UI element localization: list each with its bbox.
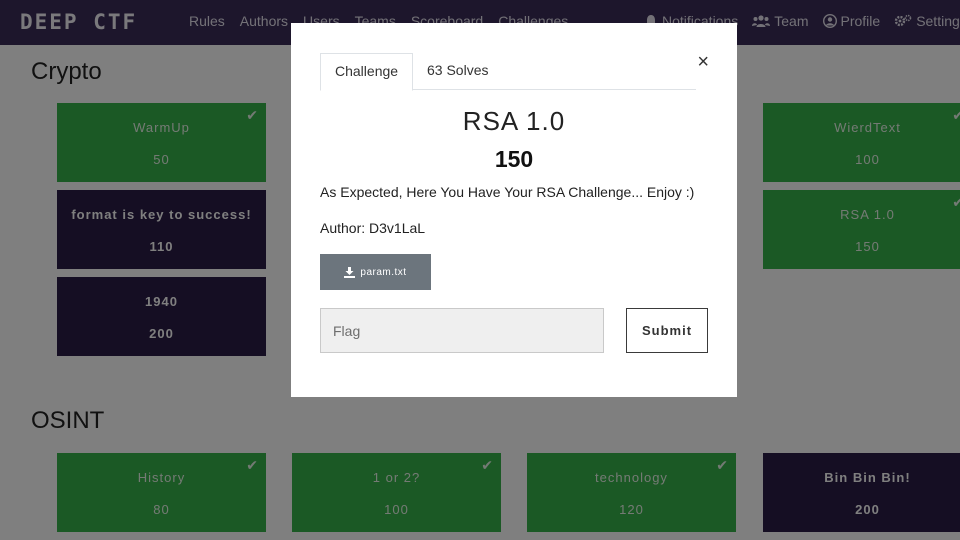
file-name: param.txt	[360, 266, 407, 278]
challenge-description: As Expected, Here You Have Your RSA Chal…	[320, 184, 695, 200]
download-icon	[344, 266, 356, 278]
submit-button[interactable]: Submit	[626, 308, 708, 353]
challenge-modal: × Challenge 63 Solves RSA 1.0 150 As Exp…	[291, 23, 737, 397]
download-file-button[interactable]: param.txt	[320, 254, 431, 290]
flag-input[interactable]	[320, 308, 604, 353]
close-button[interactable]: ×	[697, 52, 709, 72]
tab-challenge[interactable]: Challenge	[320, 53, 414, 91]
tab-solves[interactable]: 63 Solves	[413, 53, 502, 90]
modal-tabs: Challenge 63 Solves	[320, 53, 696, 91]
challenge-author: Author: D3v1LaL	[320, 220, 426, 236]
challenge-title: RSA 1.0	[462, 106, 566, 136]
challenge-points: 150	[494, 146, 534, 172]
